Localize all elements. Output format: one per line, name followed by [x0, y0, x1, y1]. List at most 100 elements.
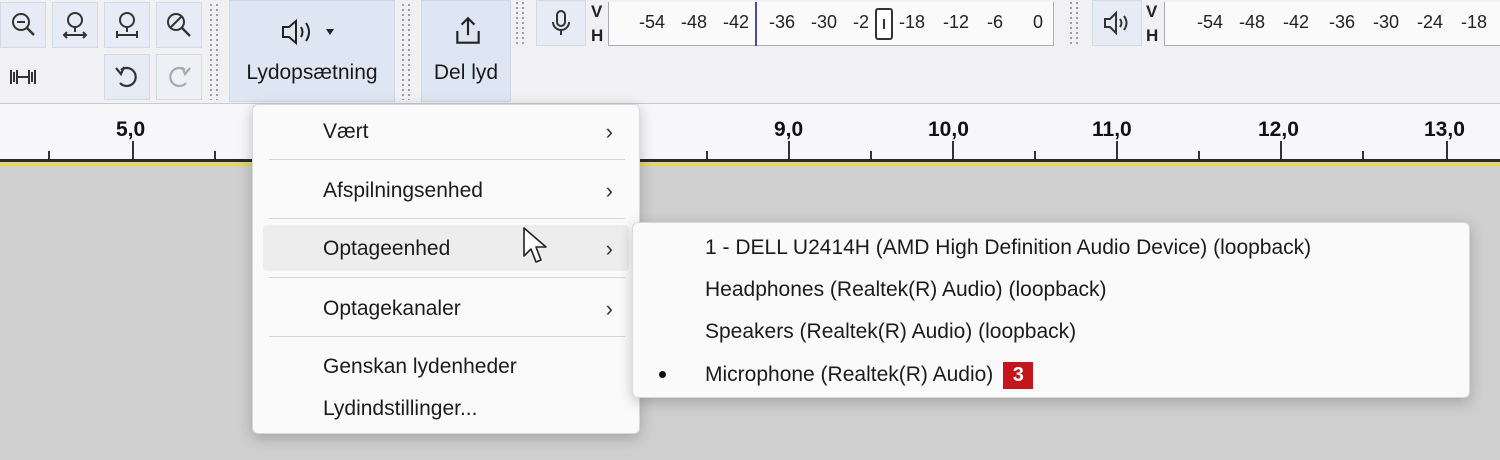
share-audio-label: Del lyd	[433, 61, 499, 84]
recording-device-submenu: 1 - DELL U2414H (AMD High Definition Aud…	[632, 222, 1470, 398]
ruler-tick	[1446, 141, 1448, 159]
ruler-label: 11,0	[1092, 118, 1132, 141]
ruler-tick	[952, 141, 954, 159]
meter-tick: -54	[639, 12, 666, 32]
undo-button[interactable]	[104, 54, 150, 100]
toolbar-grip[interactable]	[210, 4, 222, 100]
menu-item-label: Genskan lydenheder	[323, 355, 517, 378]
chevron-right-icon: ›	[605, 119, 613, 144]
ruler-tick	[788, 141, 790, 159]
menu-item-playback-device[interactable]: Afspilningsenhed ›	[263, 167, 629, 213]
toolbar: Lydopsætning Del lyd V H -54 -48 -42 -36…	[0, 0, 1500, 104]
meter-tick: -12	[943, 12, 970, 32]
chevron-right-icon: ›	[605, 236, 613, 261]
playback-meter-h-label: H	[1146, 26, 1159, 45]
zoom-in-button[interactable]	[0, 2, 46, 48]
menu-item-recording-device[interactable]: Optageenhed ›	[263, 225, 629, 271]
chevron-right-icon: ›	[605, 296, 613, 321]
undo-icon	[115, 66, 137, 88]
meter-tick: -48	[681, 12, 708, 32]
zoom-toggle-icon	[167, 13, 191, 37]
playback-meter-button[interactable]	[1092, 0, 1142, 46]
playback-meter-v-label: V	[1146, 2, 1158, 21]
ruler-tick	[214, 151, 216, 159]
timeline-ruler[interactable]: 5,0 9,0 10,0 11,0 12,0 13,0	[0, 104, 1500, 166]
zoom-fit-button[interactable]	[104, 2, 150, 48]
menu-separator	[269, 218, 625, 219]
callout-badge: 3	[1003, 362, 1034, 389]
meter-tick: -30	[811, 12, 838, 32]
ruler-tick	[1362, 151, 1364, 159]
share-icon	[456, 16, 480, 44]
meter-tick: -18	[1461, 12, 1488, 32]
ruler-label: 12,0	[1258, 118, 1299, 141]
record-meter-h-label: H	[591, 26, 604, 45]
meter-tick: -24	[1417, 12, 1444, 32]
ruler-tick	[1280, 141, 1282, 159]
record-meter-button[interactable]	[536, 0, 586, 46]
ruler-label: 5,0	[116, 118, 146, 141]
meter-tick: 0	[1033, 12, 1044, 32]
meter-tick: -42	[1283, 12, 1310, 32]
ruler-label: 9,0	[774, 118, 804, 141]
redo-button[interactable]	[156, 54, 202, 100]
meter-level-marker	[755, 2, 757, 46]
meter-grip[interactable]	[1070, 2, 1082, 46]
meter-tick: -36	[769, 12, 796, 32]
device-item-label: Microphone (Realtek(R) Audio)	[705, 363, 994, 387]
device-item-speakers-loopback[interactable]: Speakers (Realtek(R) Audio) (loopback)	[705, 320, 1076, 344]
menu-item-label: Optageenhed	[323, 237, 451, 260]
zoom-selection-icon	[62, 12, 88, 39]
speaker-icon	[1104, 10, 1128, 36]
ruler-tick	[132, 141, 134, 159]
selected-bullet-icon	[659, 371, 666, 378]
menu-item-host[interactable]: Vært ›	[263, 108, 629, 154]
ruler-tick	[1198, 151, 1200, 159]
device-item-dell-loopback[interactable]: 1 - DELL U2414H (AMD High Definition Aud…	[705, 236, 1311, 260]
menu-item-label: Vært	[323, 120, 369, 143]
ruler-label: 10,0	[928, 118, 969, 141]
audio-setup-button[interactable]: Lydopsætning	[229, 0, 395, 102]
ruler-tick	[870, 151, 872, 159]
ruler-tick	[1034, 151, 1036, 159]
meter-tick: -30	[1373, 12, 1400, 32]
meter-tick: -42	[723, 12, 750, 32]
recording-meter-scale[interactable]: -54 -48 -42 -36 -30 -2 -18 -12 -6 0	[608, 2, 1054, 46]
ruler-tick	[1116, 141, 1118, 159]
chevron-right-icon: ›	[605, 178, 613, 203]
zoom-selection-button[interactable]	[52, 2, 98, 48]
device-item-microphone[interactable]: Microphone (Realtek(R) Audio) 3	[705, 362, 1034, 389]
meter-tick: -48	[1239, 12, 1266, 32]
toolbar-grip[interactable]	[402, 4, 414, 100]
ruler-label: 13,0	[1424, 118, 1465, 141]
zoom-toggle-button[interactable]	[156, 2, 202, 48]
ruler-tick	[706, 151, 708, 159]
menu-item-audio-settings[interactable]: Lydindstillinger...	[263, 385, 629, 431]
meter-tick: -36	[1329, 12, 1356, 32]
meter-grip[interactable]	[516, 2, 528, 46]
device-item-headphones-loopback[interactable]: Headphones (Realtek(R) Audio) (loopback)	[705, 278, 1107, 302]
audio-setup-label: Lydopsætning	[246, 61, 378, 84]
microphone-icon	[552, 10, 570, 35]
record-meter-v-label: V	[591, 2, 603, 21]
trim-button[interactable]	[0, 54, 46, 100]
meter-tick: -2	[853, 12, 870, 32]
menu-separator	[269, 336, 625, 337]
menu-separator	[269, 159, 625, 160]
meter-tick: -18	[899, 12, 926, 32]
menu-separator	[269, 277, 625, 278]
menu-item-label: Optagekanaler	[323, 297, 461, 320]
ruler-tick	[48, 151, 50, 159]
menu-item-rescan-devices[interactable]: Genskan lydenheder	[263, 343, 629, 389]
meter-threshold-handle[interactable]	[875, 8, 893, 40]
menu-item-recording-channels[interactable]: Optagekanaler ›	[263, 285, 629, 331]
meter-tick: -6	[987, 12, 1004, 32]
share-audio-button[interactable]: Del lyd	[421, 0, 511, 102]
trim-icon	[10, 70, 36, 84]
mouse-cursor-icon	[523, 227, 547, 263]
menu-item-label: Afspilningsenhed	[323, 179, 483, 202]
playback-meter-scale[interactable]: -54 -48 -42 -36 -30 -24 -18	[1164, 2, 1500, 46]
redo-icon	[169, 66, 191, 88]
menu-item-label: Lydindstillinger...	[323, 397, 478, 420]
meter-tick: -54	[1197, 12, 1224, 32]
